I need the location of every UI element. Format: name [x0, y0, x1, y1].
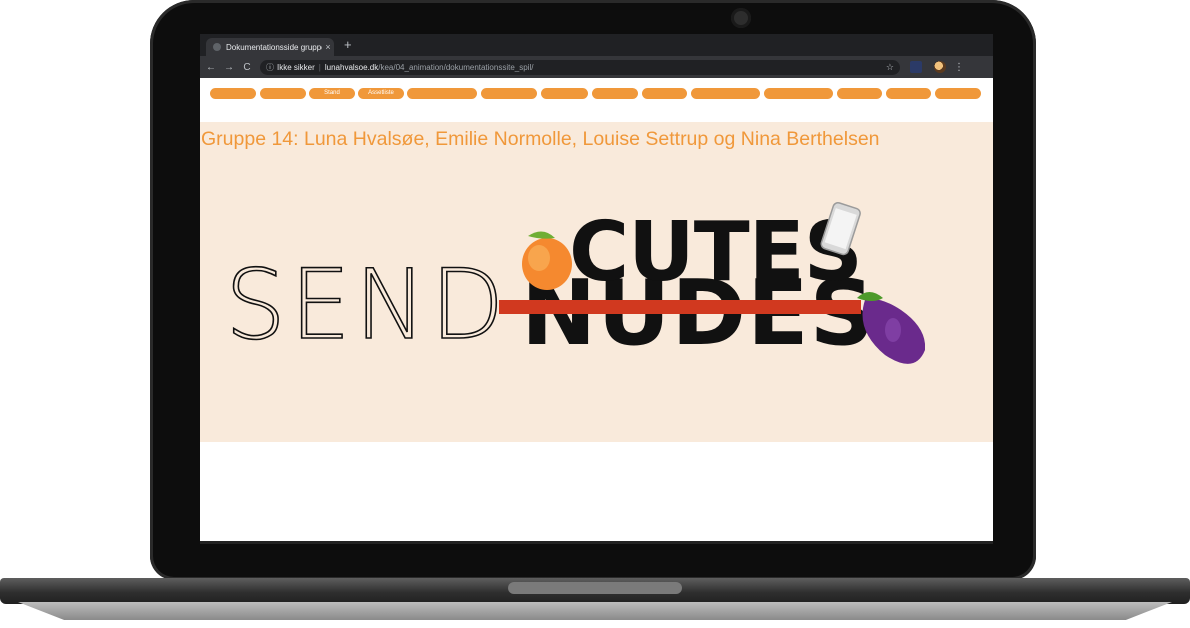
- webcam-icon: [731, 8, 751, 28]
- nav-button-13[interactable]: [886, 88, 931, 99]
- menu-kebab-icon[interactable]: ⋮: [954, 62, 964, 73]
- separator: |: [318, 62, 321, 72]
- nav-button-7[interactable]: [541, 88, 588, 99]
- security-label[interactable]: Ikke sikker: [277, 63, 315, 72]
- info-icon[interactable]: ⓘ: [263, 62, 277, 73]
- peach-icon: [522, 231, 572, 290]
- page-title: Gruppe 14: Luna Hvalsøe, Emilie Normolle…: [201, 128, 880, 150]
- favicon-icon: [213, 43, 221, 51]
- nav-button-1[interactable]: [210, 88, 256, 99]
- browser-toolbar: ← → C ⓘ Ikke sikker | lunahvalsoe.dk /ke…: [200, 56, 993, 78]
- nav-button-12[interactable]: [837, 88, 882, 99]
- nav-button-6[interactable]: [481, 88, 537, 99]
- send-nudes-logo: SEND NUDES CUTES: [225, 201, 925, 366]
- page-bottom-edge: [200, 541, 993, 544]
- new-tab-button[interactable]: +: [344, 37, 352, 52]
- site-navbar: Stand Assetliste: [210, 88, 990, 100]
- laptop-mockup: Dokumentationsside gruppe 14 × + ← → C ⓘ…: [0, 0, 1190, 628]
- url-host: lunahvalsoe.dk: [324, 62, 379, 72]
- nav-button-11[interactable]: [764, 88, 833, 99]
- bookmark-star-icon[interactable]: ☆: [886, 62, 894, 73]
- nav-button-8[interactable]: [592, 88, 638, 99]
- forward-icon[interactable]: →: [222, 62, 236, 73]
- nav-button-2[interactable]: [260, 88, 306, 99]
- nav-button-10[interactable]: [691, 88, 760, 99]
- hero-section: Gruppe 14: Luna Hvalsøe, Emilie Normolle…: [200, 122, 993, 442]
- reload-icon[interactable]: C: [240, 62, 254, 73]
- nav-button-5[interactable]: [407, 88, 477, 99]
- tab-close-icon[interactable]: ×: [322, 42, 334, 52]
- screen: Dokumentationsside gruppe 14 × + ← → C ⓘ…: [200, 34, 993, 544]
- tab-title: Dokumentationsside gruppe 14: [226, 42, 322, 52]
- logo-word-send: SEND: [225, 249, 508, 361]
- browser-tab[interactable]: Dokumentationsside gruppe 14 ×: [206, 38, 334, 56]
- logo-word-cutes: CUTES: [569, 205, 862, 300]
- back-icon[interactable]: ←: [204, 62, 218, 73]
- strike-line: [499, 300, 861, 314]
- nav-button-14[interactable]: [935, 88, 981, 99]
- tab-bar: Dokumentationsside gruppe 14 × +: [200, 34, 993, 56]
- extension-icon[interactable]: [910, 61, 922, 73]
- nav-button-assetliste[interactable]: Assetliste: [358, 88, 404, 99]
- laptop-trackpad-notch: [508, 582, 682, 594]
- nav-button-9[interactable]: [642, 88, 687, 99]
- address-bar[interactable]: ⓘ Ikke sikker | lunahvalsoe.dk /kea/04_a…: [260, 59, 900, 75]
- url-path: /kea/04_animation/dokumentationssite_spi…: [378, 62, 534, 72]
- nav-button-stand[interactable]: Stand: [309, 88, 355, 99]
- laptop-base-foot: [18, 602, 1172, 620]
- web-page: Stand Assetliste Gruppe 14: Luna Hvalsøe…: [200, 78, 993, 544]
- profile-avatar[interactable]: [934, 61, 946, 73]
